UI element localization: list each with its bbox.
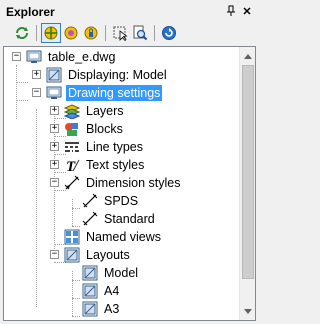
tree-node-text-styles[interactable]: T Text styles: [63, 156, 146, 174]
tree-node-spds[interactable]: SPDS: [81, 192, 140, 210]
expand-toggle-text-styles[interactable]: +: [50, 160, 59, 169]
tree-node-standard[interactable]: Standard: [81, 210, 157, 228]
dimension-styles-icon: [63, 174, 81, 192]
zoom-objects-icon: [133, 25, 148, 41]
tree-node-blocks[interactable]: Blocks: [63, 120, 125, 138]
dimension-style-icon: [81, 192, 99, 210]
explorer-tree-panel: − + − + + + + − − table_e.dwg Displaying…: [3, 46, 256, 321]
toolbar: [0, 22, 259, 44]
window-title: Explorer: [6, 5, 55, 19]
tree-node-model[interactable]: Model: [81, 264, 140, 282]
expand-toggle-layers[interactable]: +: [50, 106, 59, 115]
expand-toggle-line-types[interactable]: +: [50, 142, 59, 151]
tree-node-named-views[interactable]: Named views: [63, 228, 163, 246]
tree-node-label: SPDS: [104, 194, 139, 208]
expand-toggle-displaying[interactable]: +: [32, 70, 41, 79]
layout-sheet-icon: [81, 282, 99, 300]
tree-node-label: Displaying: Model: [68, 68, 167, 82]
toolbar-separator: [105, 25, 106, 41]
tree-node-label: A4: [104, 284, 120, 298]
tree-node-label: Layers: [86, 104, 124, 118]
tree-node-label: Drawing settings: [66, 85, 163, 101]
help-button[interactable]: [159, 23, 179, 43]
zoom-objects-button[interactable]: [130, 23, 150, 43]
vertical-scrollbar[interactable]: [239, 47, 255, 320]
collapse-toggle-dimension-styles[interactable]: −: [50, 178, 59, 187]
pin-icon[interactable]: [224, 4, 238, 18]
svg-text:T: T: [66, 159, 76, 173]
explorer-tree: − + − + + + + − − table_e.dwg Displaying…: [4, 47, 240, 320]
tree-node-dimension-styles[interactable]: Dimension styles: [63, 174, 182, 192]
tree-node-layers[interactable]: Layers: [63, 102, 126, 120]
tree-node-root[interactable]: table_e.dwg: [25, 48, 117, 66]
layout-sheet-icon: [81, 300, 99, 318]
layer-on-button[interactable]: [41, 23, 61, 43]
select-objects-icon: [113, 26, 128, 41]
text-styles-icon: T: [63, 156, 81, 174]
tree-node-layouts[interactable]: Layouts: [63, 246, 132, 264]
scroll-down-arrow-icon[interactable]: [242, 304, 254, 318]
tree-node-label: Model: [104, 266, 139, 280]
tree-node-drawing-settings[interactable]: Drawing settings: [45, 84, 163, 102]
tree-node-label: Blocks: [86, 122, 123, 136]
blocks-icon: [63, 120, 81, 138]
tree-node-label: Named views: [86, 230, 162, 244]
tree-node-label: A3: [104, 302, 120, 316]
tree-node-displaying[interactable]: Displaying: Model: [45, 66, 169, 84]
scroll-up-arrow-icon[interactable]: [242, 49, 254, 63]
title-bar: Explorer ✕: [0, 0, 259, 22]
layouts-icon: [63, 246, 81, 264]
close-icon[interactable]: ✕: [240, 4, 254, 18]
named-views-icon: [63, 228, 81, 246]
refresh-button[interactable]: [12, 23, 32, 43]
collapse-toggle-drawing-settings[interactable]: −: [32, 88, 41, 97]
tree-node-label: table_e.dwg: [48, 50, 116, 64]
layer-lock-button[interactable]: [81, 23, 101, 43]
layers-icon: [63, 102, 81, 120]
toolbar-separator: [154, 25, 155, 41]
tree-node-label: Dimension styles: [86, 176, 181, 190]
tree-node-a3[interactable]: A3: [81, 300, 121, 318]
tree-node-a4[interactable]: A4: [81, 282, 121, 300]
tree-node-label: Line types: [86, 140, 143, 154]
layer-lock-icon: [84, 26, 98, 40]
collapse-toggle-root[interactable]: −: [12, 52, 21, 61]
expand-toggle-blocks[interactable]: +: [50, 124, 59, 133]
layer-freeze-icon: [64, 26, 78, 40]
scrollbar-thumb[interactable]: [242, 65, 254, 279]
dimension-style-icon: [81, 210, 99, 228]
layer-freeze-button[interactable]: [61, 23, 81, 43]
tree-node-label: Text styles: [86, 158, 145, 172]
drawing-settings-icon: [45, 84, 63, 102]
help-icon: [162, 26, 176, 40]
tree-node-label: Standard: [104, 212, 155, 226]
tree-node-label: Layouts: [86, 248, 130, 262]
collapse-toggle-layouts[interactable]: −: [50, 250, 59, 259]
line-types-icon: [63, 138, 81, 156]
title-actions: ✕: [224, 4, 254, 18]
refresh-icon: [16, 27, 28, 39]
layout-sheet-icon: [81, 264, 99, 282]
toolbar-separator: [36, 25, 37, 41]
model-view-icon: [45, 66, 63, 84]
select-objects-button[interactable]: [110, 23, 130, 43]
layer-on-icon: [44, 26, 58, 40]
tree-node-line-types[interactable]: Line types: [63, 138, 145, 156]
drawing-file-icon: [25, 48, 43, 66]
